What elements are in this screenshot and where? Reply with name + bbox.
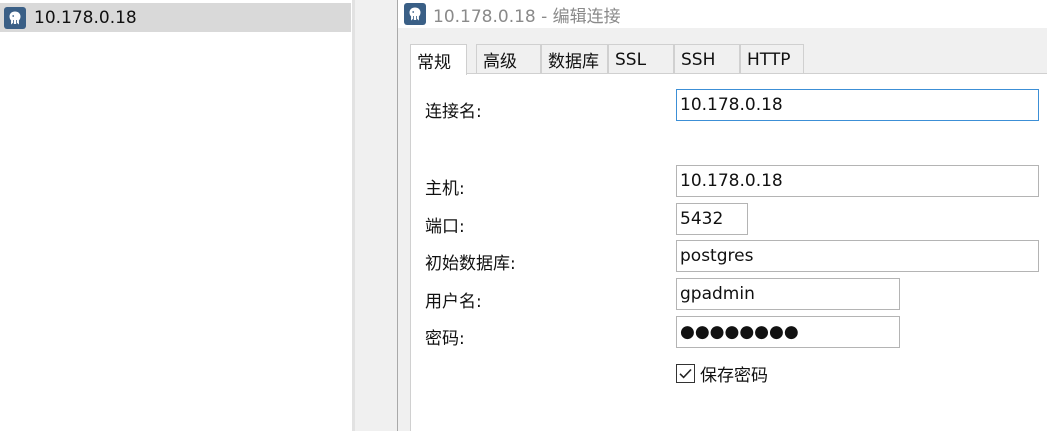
password-label: 密码:	[425, 329, 465, 349]
tab-ssl[interactable]: SSL	[608, 44, 674, 74]
tab-general[interactable]: 常规	[410, 44, 467, 75]
tab-label: SSL	[615, 49, 647, 70]
host-label: 主机:	[425, 179, 465, 199]
connection-name-label: 连接名:	[425, 102, 482, 122]
tab-label: HTTP	[747, 49, 791, 70]
postgresql-elephant-icon	[4, 6, 26, 29]
username-label: 用户名:	[425, 292, 482, 312]
tab-label: 高级	[483, 52, 517, 72]
username-value: gpadmin	[680, 284, 755, 304]
tab-label: 常规	[417, 52, 451, 73]
password-input[interactable]: ●●●●●●●●	[676, 316, 900, 348]
dialog-title: 10.178.0.18 - 编辑连接	[433, 6, 621, 27]
tree-item-label: 10.178.0.18	[34, 7, 137, 28]
username-input[interactable]: gpadmin	[676, 278, 900, 310]
tree-item-connection[interactable]: 10.178.0.18	[0, 3, 351, 32]
port-input[interactable]: 5432	[676, 203, 748, 235]
initial-database-label: 初始数据库:	[425, 254, 516, 274]
splitter-divider	[352, 0, 355, 431]
connection-tree-panel: 10.178.0.18	[0, 0, 352, 431]
app-root: 10.178.0.18 10.178.0.18 - 编辑连接 常规 高级 数据库…	[0, 0, 1047, 431]
connection-name-input[interactable]: 10.178.0.18	[676, 89, 1039, 121]
dialog-titlebar[interactable]: 10.178.0.18 - 编辑连接	[398, 0, 1047, 28]
panel-splitter[interactable]	[352, 0, 397, 431]
connection-name-value: 10.178.0.18	[680, 95, 783, 115]
host-value: 10.178.0.18	[680, 171, 783, 191]
tab-ssh[interactable]: SSH	[674, 44, 740, 74]
save-password-checkbox[interactable]	[676, 363, 695, 383]
port-label: 端口:	[425, 217, 465, 237]
password-masked-value: ●●●●●●●●	[680, 322, 799, 342]
save-password-row[interactable]: 保存密码	[676, 362, 768, 386]
host-input[interactable]: 10.178.0.18	[676, 165, 1039, 197]
save-password-label: 保存密码	[700, 365, 768, 386]
initial-database-input[interactable]: postgres	[676, 240, 1039, 272]
edit-connection-dialog: 10.178.0.18 - 编辑连接 常规 高级 数据库 SSL SSH HTT…	[397, 0, 1047, 431]
tab-advanced[interactable]: 高级	[476, 44, 541, 74]
checkmark-icon	[679, 368, 692, 379]
tab-label: SSH	[681, 49, 716, 70]
tab-databases[interactable]: 数据库	[541, 44, 608, 74]
initial-database-value: postgres	[680, 246, 754, 266]
postgresql-elephant-icon	[404, 3, 426, 25]
tab-http[interactable]: HTTP	[740, 44, 804, 74]
tab-label: 数据库	[548, 52, 599, 72]
port-value: 5432	[680, 209, 724, 229]
